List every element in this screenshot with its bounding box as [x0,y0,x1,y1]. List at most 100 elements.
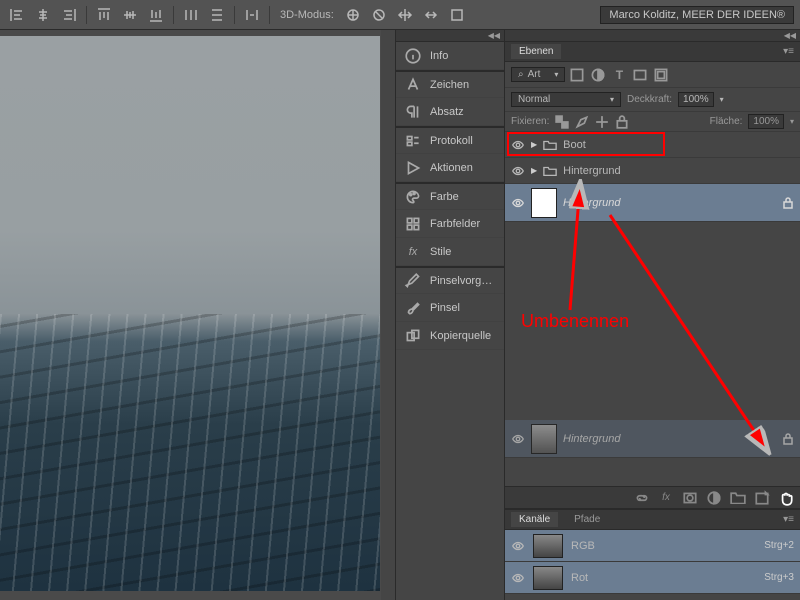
channels-panel: Kanäle Pfade ▾≡ RGB Strg+2 Rot Strg+3 [505,508,800,600]
channel-rot[interactable]: Rot Strg+3 [505,562,800,594]
folder-icon [543,139,557,151]
panel-swatches[interactable]: Farbfelder [396,210,504,238]
collapse-handle-right[interactable]: ◀◀ [505,30,800,42]
collapsed-panels: ◀◀ Info Zeichen Absatz Protokoll Aktione… [395,30,505,600]
visibility-icon[interactable] [511,138,525,152]
visibility-icon[interactable] [511,571,525,585]
filter-smart-icon[interactable] [652,66,670,84]
lock-label: Fixieren: [511,116,549,127]
panel-menu-icon[interactable]: ▾≡ [783,46,794,57]
filter-adjustment-icon[interactable] [589,66,607,84]
paragraph-icon [404,103,422,121]
new-group-icon[interactable] [730,490,746,506]
opacity-scrubber[interactable]: ▾ [720,95,724,104]
visibility-icon[interactable] [511,196,525,210]
user-info[interactable]: Marco Kolditz, MEER DER IDEEN® [600,6,794,24]
align-middle-icon[interactable] [119,4,141,26]
options-toolbar: 3D-Modus: Marco Kolditz, MEER DER IDEEN® [0,0,800,30]
link-layers-icon[interactable] [634,490,650,506]
distribute-h-icon[interactable] [180,4,202,26]
panel-brushes[interactable]: Pinsel [396,294,504,322]
paths-tab[interactable]: Pfade [566,512,608,527]
fill-scrubber[interactable]: ▾ [790,117,794,126]
panel-actions[interactable]: Aktionen [396,154,504,182]
play-icon [404,159,422,177]
panel-clone-source[interactable]: Kopierquelle [396,322,504,350]
panel-brush-presets[interactable]: Pinselvorga... [396,266,504,294]
filter-shape-icon[interactable] [631,66,649,84]
panel-character[interactable]: Zeichen [396,70,504,98]
3d-rotate-icon[interactable] [342,4,364,26]
align-bottom-icon[interactable] [145,4,167,26]
panel-paragraph[interactable]: Absatz [396,98,504,126]
layers-filter-row: ⌕Art▾ T [505,62,800,88]
palette-icon [404,188,422,206]
panel-history[interactable]: Protokoll [396,126,504,154]
new-layer-icon[interactable] [754,490,770,506]
right-dock: ◀◀ Ebenen ▾≡ ⌕Art▾ T Normal▾ Deckkraft: … [505,30,800,600]
lock-all-icon[interactable] [615,115,629,129]
lock-pixels-icon[interactable] [575,115,589,129]
filter-kind-dropdown[interactable]: ⌕Art▾ [511,67,565,82]
expand-arrow-icon[interactable]: ▶ [531,140,537,149]
align-right-icon[interactable] [58,4,80,26]
filter-type-icon[interactable]: T [610,66,628,84]
3d-slide-icon[interactable] [420,4,442,26]
channel-shortcut: Strg+2 [764,540,794,551]
layer-background[interactable]: Hintergrund [505,184,800,222]
lock-position-icon[interactable] [595,115,609,129]
vertical-scrollbar[interactable] [381,30,395,600]
brush-presets-icon [404,272,422,290]
layer-list: ▶ Boot ▶ Hintergrund Hintergrund [505,132,800,486]
layer-name[interactable]: Hintergrund [563,165,620,177]
visibility-icon[interactable] [511,539,525,553]
character-icon [404,76,422,94]
fill-input[interactable]: 100% [748,114,784,129]
3d-roll-icon[interactable] [368,4,390,26]
adjustment-layer-icon[interactable] [706,490,722,506]
distribute-v-icon[interactable] [206,4,228,26]
info-icon [404,47,422,65]
grab-cursor-icon [778,490,794,506]
collapse-handle[interactable]: ◀◀ [396,30,504,42]
fill-label: Fläche: [710,116,743,127]
brush-icon [404,299,422,317]
layer-name[interactable]: Hintergrund [563,197,620,209]
lock-row: Fixieren: Fläche: 100% ▾ [505,112,800,132]
visibility-icon [511,432,525,446]
channel-thumbnail [533,566,563,590]
expand-arrow-icon[interactable]: ▶ [531,166,537,175]
fx-icon: fx [404,243,422,261]
visibility-icon[interactable] [511,164,525,178]
panel-info[interactable]: Info [396,42,504,70]
panel-styles[interactable]: fxStile [396,238,504,266]
panel-color[interactable]: Farbe [396,182,504,210]
opacity-input[interactable]: 100% [678,92,714,107]
3d-scale-icon[interactable] [446,4,468,26]
layer-fx-icon[interactable]: fx [658,490,674,506]
layer-group-boot[interactable]: ▶ Boot [505,132,800,158]
layers-tab[interactable]: Ebenen [511,44,561,59]
document-canvas[interactable] [0,36,380,591]
layer-mask-icon[interactable] [682,490,698,506]
channels-header: Kanäle Pfade ▾≡ [505,510,800,530]
lock-transparency-icon[interactable] [555,115,569,129]
folder-icon [543,165,557,177]
align-top-icon[interactable] [93,4,115,26]
opacity-label: Deckkraft: [627,94,672,105]
align-center-icon[interactable] [32,4,54,26]
blend-mode-dropdown[interactable]: Normal▾ [511,92,621,107]
channel-rgb[interactable]: RGB Strg+2 [505,530,800,562]
distribute-spacing-icon[interactable] [241,4,263,26]
filter-pixel-icon[interactable] [568,66,586,84]
align-left-icon[interactable] [6,4,28,26]
layer-thumbnail[interactable] [531,188,557,218]
channels-tab[interactable]: Kanäle [511,512,558,527]
layer-dragged[interactable]: Hintergrund [505,420,800,458]
layer-group-hintergrund[interactable]: ▶ Hintergrund [505,158,800,184]
layer-name[interactable]: Boot [563,139,586,151]
blend-opacity-row: Normal▾ Deckkraft: 100% ▾ [505,88,800,112]
3d-pan-icon[interactable] [394,4,416,26]
panel-menu-icon[interactable]: ▾≡ [783,514,794,525]
lock-icon [782,433,794,445]
